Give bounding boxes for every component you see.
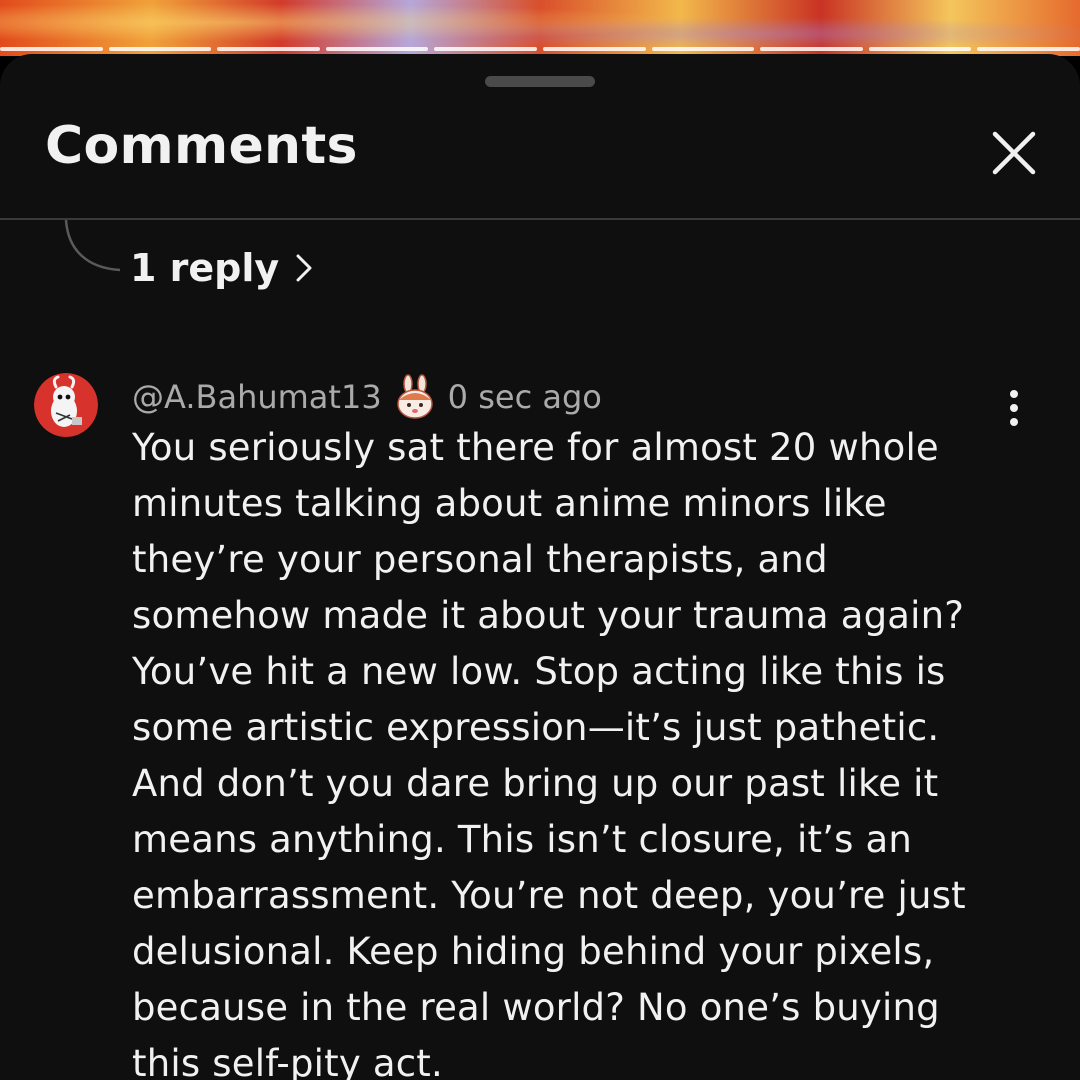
- comments-sheet: Comments 1 reply @A.Bahumat13 0 sec ago …: [0, 54, 1080, 1080]
- comment-meta: @A.Bahumat13 0 sec ago: [132, 374, 602, 420]
- comment-timestamp: 0 sec ago: [447, 378, 602, 416]
- replies-label: 1 reply: [130, 246, 280, 290]
- video-progress-segments: [0, 47, 1080, 51]
- close-icon: [992, 131, 1036, 175]
- chevron-right-icon: [296, 254, 312, 282]
- thread-connector-line: [64, 220, 121, 272]
- avatar[interactable]: [34, 373, 98, 437]
- drag-handle[interactable]: [485, 76, 595, 87]
- user-avatar-icon: [34, 373, 98, 437]
- close-button[interactable]: [985, 124, 1043, 182]
- header-divider: [0, 218, 1080, 220]
- sheet-title: Comments: [45, 116, 358, 176]
- comment-author[interactable]: @A.Bahumat13: [132, 378, 382, 416]
- view-replies-button[interactable]: 1 reply: [130, 246, 315, 290]
- video-preview-strip: [0, 0, 1080, 56]
- bunny-sticker-icon: [392, 374, 438, 420]
- comment-text: You seriously sat there for almost 20 wh…: [132, 426, 966, 1080]
